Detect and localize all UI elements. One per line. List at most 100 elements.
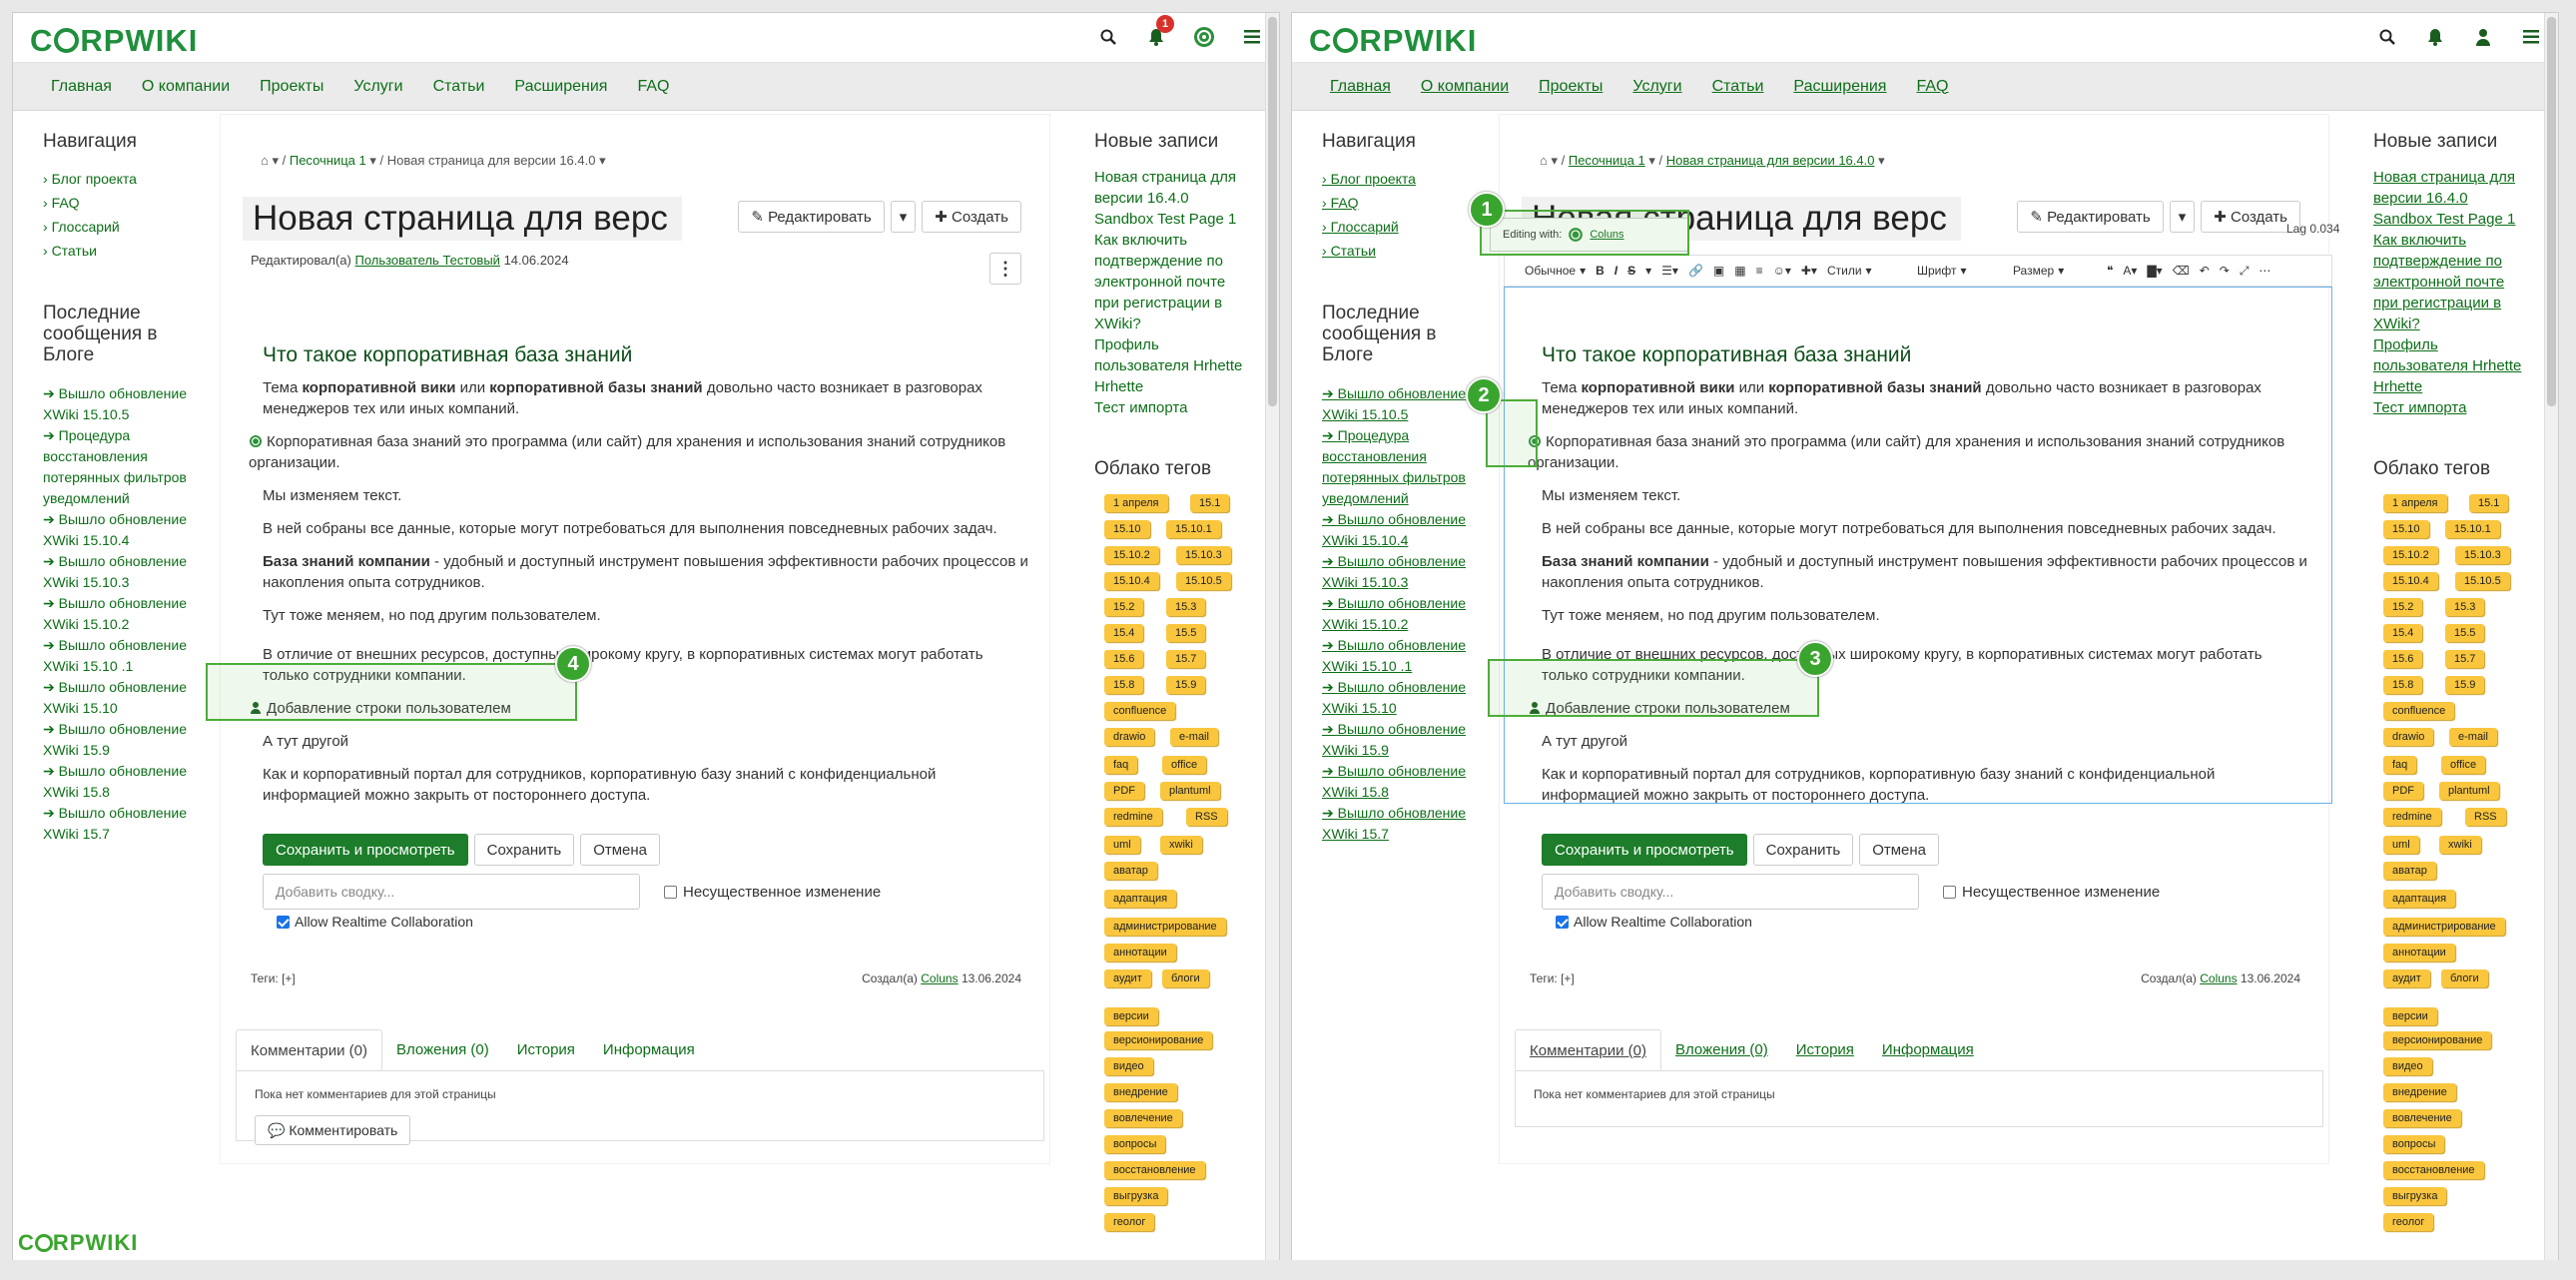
tag-chip[interactable]: e-mail bbox=[1170, 728, 1218, 746]
tag-chip[interactable]: 15.10 bbox=[2383, 520, 2429, 538]
italic-icon[interactable]: I bbox=[1614, 264, 1617, 278]
maximize-icon[interactable]: ⤢ bbox=[2240, 264, 2250, 279]
tab-history[interactable]: История bbox=[1782, 1029, 1868, 1070]
tag-chip[interactable]: xwiki bbox=[1160, 836, 1202, 854]
tag-chip[interactable]: PDF bbox=[1104, 782, 1144, 800]
user-icon[interactable] bbox=[2471, 25, 2495, 49]
tag-chip[interactable]: 15.6 bbox=[1104, 650, 1144, 668]
tag-chip[interactable]: xwiki bbox=[2439, 836, 2481, 854]
tab-history[interactable]: История bbox=[503, 1029, 589, 1070]
nav-extensions[interactable]: Расширения bbox=[514, 78, 607, 96]
scrollbar[interactable] bbox=[1265, 13, 1279, 1264]
tag-chip[interactable]: выгрузка bbox=[2383, 1187, 2447, 1205]
blog-item[interactable]: ➔ Вышло обновление XWiki 15.10 bbox=[1322, 677, 1472, 719]
tag-chip[interactable]: аудит bbox=[1104, 969, 1151, 987]
image-icon[interactable]: ▣ bbox=[1713, 264, 1724, 278]
notifications-bell-icon[interactable]: 1 bbox=[1144, 15, 1174, 49]
blog-item[interactable]: ➔ Вышло обновление XWiki 15.7 bbox=[1322, 803, 1472, 845]
tag-chip[interactable]: вопросы bbox=[2383, 1135, 2445, 1153]
tag-chip[interactable]: 15.10.3 bbox=[1176, 546, 1231, 564]
tag-chip[interactable]: 15.10.3 bbox=[2455, 546, 2510, 564]
blog-item[interactable]: ➔ Вышло обновление XWiki 15.8 bbox=[1322, 761, 1472, 803]
tag-chip[interactable]: 15.10.5 bbox=[1176, 572, 1231, 590]
creator-link[interactable]: Coluns bbox=[2200, 971, 2237, 985]
nav-about[interactable]: О компании bbox=[142, 78, 230, 96]
left-nav-item[interactable]: › Статьи bbox=[43, 239, 193, 263]
tag-chip[interactable]: 15.7 bbox=[2445, 650, 2485, 668]
news-item[interactable]: Как включить подтверждение по электронно… bbox=[1094, 230, 1244, 334]
nav-extensions[interactable]: Расширения bbox=[1793, 78, 1886, 96]
list-icon[interactable]: ☰▾ bbox=[1661, 264, 1678, 278]
tag-chip[interactable]: администрирование bbox=[1104, 918, 1226, 936]
tag-chip[interactable]: faq bbox=[1104, 756, 1138, 774]
tag-chip[interactable]: drawio bbox=[1104, 728, 1155, 746]
more-actions-icon[interactable]: ⋮ bbox=[989, 253, 1021, 285]
tag-chip[interactable]: 15.5 bbox=[2445, 624, 2485, 642]
breadcrumb-sandbox[interactable]: Песочница 1 bbox=[290, 153, 366, 168]
tag-chip[interactable]: confluence bbox=[2383, 702, 2455, 720]
save-button[interactable]: Сохранить bbox=[473, 834, 575, 866]
tag-chip[interactable]: 15.10.1 bbox=[1166, 520, 1221, 538]
clear-format-icon[interactable]: ⌫ bbox=[2173, 264, 2190, 278]
tag-chip[interactable]: 15.10.5 bbox=[2455, 572, 2510, 590]
home-icon[interactable]: ⌂ ▾ bbox=[1540, 153, 1558, 168]
left-nav-item[interactable]: › Статьи bbox=[1322, 239, 1472, 263]
tag-chip[interactable]: 15.10.2 bbox=[2383, 546, 2438, 564]
nav-services[interactable]: Услуги bbox=[1632, 78, 1681, 96]
news-item[interactable]: Тест импорта bbox=[2373, 397, 2523, 418]
tag-chip[interactable]: выгрузка bbox=[1104, 1187, 1168, 1205]
tag-chip[interactable]: RSS bbox=[1186, 808, 1227, 826]
nav-about[interactable]: О компании bbox=[1421, 78, 1509, 96]
tag-chip[interactable]: 15.10.2 bbox=[1104, 546, 1159, 564]
tag-chip[interactable]: аннотации bbox=[2383, 944, 2455, 961]
tag-chip[interactable]: 15.3 bbox=[2445, 598, 2485, 616]
blog-item[interactable]: ➔ Вышло обновление XWiki 15.10.4 bbox=[43, 509, 193, 551]
tag-chip[interactable]: восстановление bbox=[2383, 1161, 2484, 1179]
add-tag-link[interactable]: [+] bbox=[1561, 971, 1575, 985]
tab-attachments[interactable]: Вложения (0) bbox=[1661, 1029, 1782, 1070]
tag-chip[interactable]: 15.9 bbox=[2445, 676, 2485, 694]
tag-chip[interactable]: администрирование bbox=[2383, 918, 2505, 936]
tag-chip[interactable]: 15.3 bbox=[1166, 598, 1206, 616]
blog-item[interactable]: ➔ Вышло обновление XWiki 15.10.4 bbox=[1322, 509, 1472, 551]
blog-item[interactable]: ➔ Вышло обновление XWiki 15.10.5 bbox=[1322, 383, 1472, 425]
blog-item[interactable]: ➔ Вышло обновление XWiki 15.10.2 bbox=[1322, 593, 1472, 635]
left-nav-item[interactable]: › Глоссарий bbox=[43, 215, 193, 239]
news-item[interactable]: Sandbox Test Page 1 bbox=[2373, 209, 2523, 230]
source-icon[interactable]: ⋯ bbox=[2258, 264, 2270, 278]
tag-chip[interactable]: 15.10.4 bbox=[1104, 572, 1159, 590]
nav-faq[interactable]: FAQ bbox=[637, 78, 669, 96]
tag-chip[interactable]: 1 апреля bbox=[2383, 494, 2447, 512]
tag-chip[interactable]: office bbox=[2441, 756, 2486, 774]
tag-chip[interactable]: внедрение bbox=[2383, 1083, 2456, 1101]
tag-chip[interactable]: 15.10.4 bbox=[2383, 572, 2438, 590]
nav-projects[interactable]: Проекты bbox=[260, 78, 323, 96]
emoji-icon[interactable]: ☺▾ bbox=[1773, 264, 1791, 278]
tab-comments[interactable]: Комментарии (0) bbox=[1515, 1029, 1661, 1070]
strike-icon[interactable]: S bbox=[1627, 264, 1635, 278]
blog-item[interactable]: ➔ Вышло обновление XWiki 15.9 bbox=[1322, 719, 1472, 761]
quote-icon[interactable]: ❝ bbox=[2107, 264, 2113, 278]
nav-projects[interactable]: Проекты bbox=[1539, 78, 1603, 96]
tag-chip[interactable]: e-mail bbox=[2449, 728, 2497, 746]
link-icon[interactable]: 🔗 bbox=[1688, 264, 1703, 278]
search-icon[interactable] bbox=[2375, 25, 2399, 49]
tag-chip[interactable]: 15.6 bbox=[2383, 650, 2423, 668]
tag-chip[interactable]: видео bbox=[2383, 1057, 2432, 1075]
corpwiki-logo[interactable]: C RPWIKI bbox=[30, 23, 198, 59]
creator-link[interactable]: Coluns bbox=[921, 971, 958, 985]
save-and-view-button[interactable]: Сохранить и просмотреть bbox=[263, 834, 468, 866]
tag-chip[interactable]: адаптация bbox=[2383, 890, 2456, 908]
edit-button[interactable]: ✎ Редактировать bbox=[738, 201, 885, 233]
text-color-icon[interactable]: A▾ bbox=[2123, 264, 2137, 278]
home-icon[interactable]: ⌂ ▾ bbox=[261, 153, 279, 168]
minor-edit-checkbox[interactable] bbox=[1943, 886, 1956, 899]
tag-chip[interactable]: аудит bbox=[2383, 969, 2430, 987]
nav-services[interactable]: Услуги bbox=[353, 78, 402, 96]
tag-chip[interactable]: вовлечение bbox=[1104, 1109, 1182, 1127]
edit-button[interactable]: ✎ Редактировать bbox=[2017, 201, 2164, 233]
news-item[interactable]: Профиль пользователя Hrhette Hrhette bbox=[1094, 334, 1244, 397]
edit-dropdown-button[interactable]: ▾ bbox=[2169, 201, 2196, 233]
tag-chip[interactable]: 15.4 bbox=[1104, 624, 1144, 642]
tag-chip[interactable]: confluence bbox=[1104, 702, 1176, 720]
